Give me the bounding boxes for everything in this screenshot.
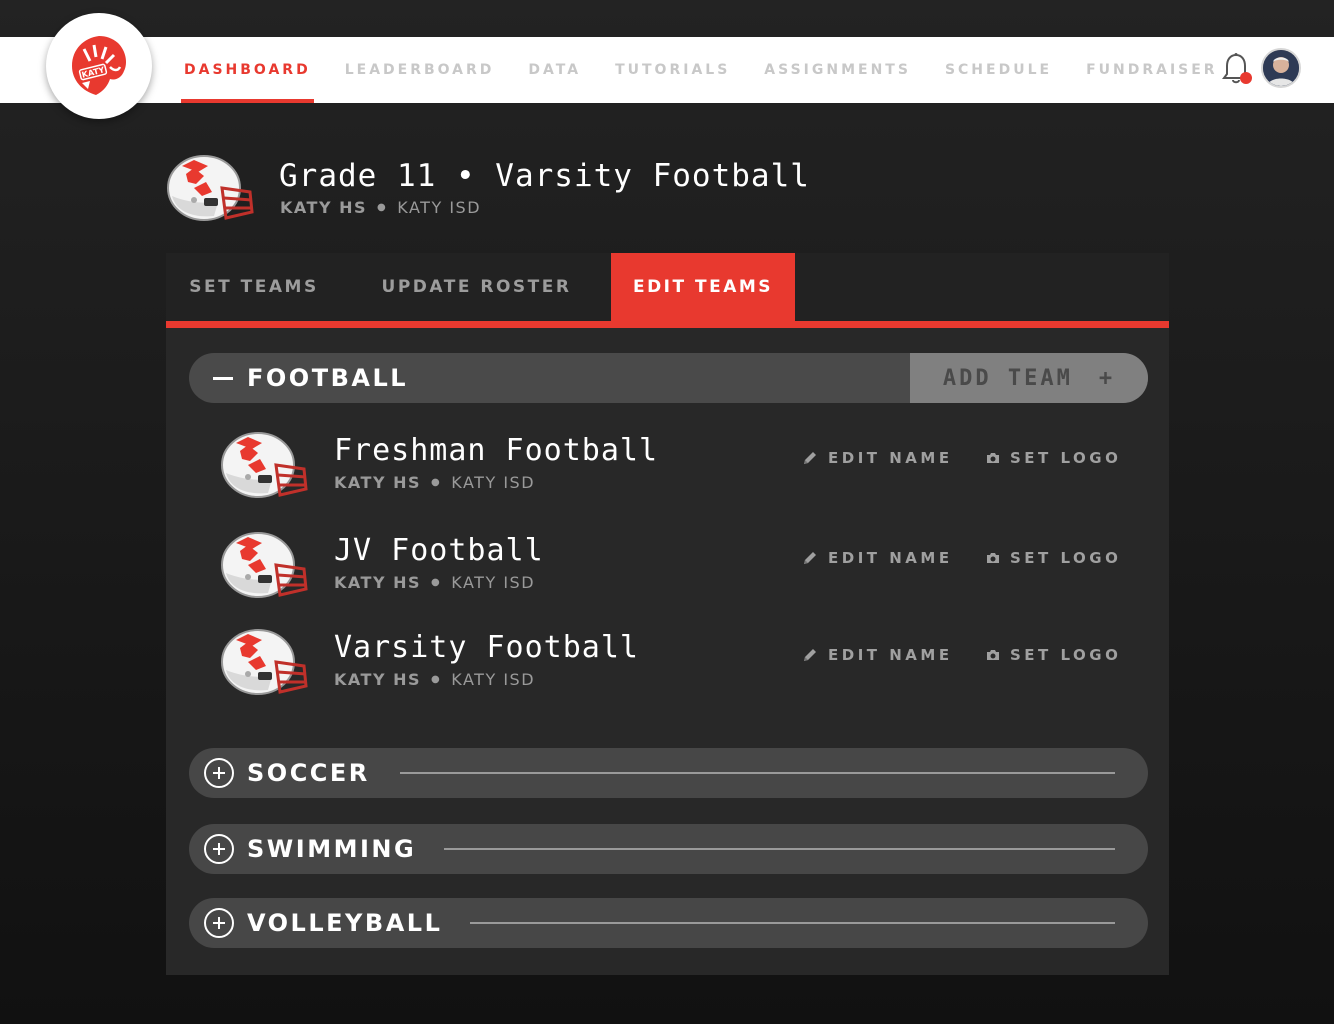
katy-logo[interactable]: KATY <box>46 13 152 119</box>
separator-dot: ● <box>431 577 442 588</box>
edit-name-button[interactable]: EDIT NAME <box>802 449 953 467</box>
expand-plus-icon[interactable] <box>204 834 234 864</box>
helmet-icon <box>221 629 308 695</box>
pencil-icon <box>804 649 816 661</box>
district-name: KATY ISD <box>451 670 536 689</box>
separator-dot: ● <box>377 202 388 213</box>
set-logo-label: SET LOGO <box>1010 646 1122 664</box>
plus-icon <box>213 917 225 929</box>
team-logo <box>218 626 310 698</box>
edit-name-label: EDIT NAME <box>828 646 953 664</box>
set-logo-label: SET LOGO <box>1010 449 1122 467</box>
camera-icon <box>987 553 999 563</box>
team-helmet-logo <box>164 152 256 224</box>
team-subtitle: KATY HS ● KATY ISD <box>334 670 535 689</box>
helmet-icon <box>221 532 308 598</box>
tiger-logo-icon: KATY <box>72 36 126 95</box>
team-row: Freshman Football KATY HS ● KATY ISD EDI… <box>218 429 1128 509</box>
school-name: KATY HS <box>334 473 422 492</box>
pencil-icon <box>804 452 816 464</box>
team-name: JV Football <box>334 533 544 568</box>
category-name: VOLLEYBALL <box>247 909 443 937</box>
notification-button[interactable] <box>1221 52 1253 86</box>
team-logo <box>218 429 310 501</box>
page-title: Grade 11 • Varsity Football <box>279 158 810 194</box>
add-team-button[interactable]: ADD TEAM + <box>910 353 1148 403</box>
team-name: Varsity Football <box>334 630 639 665</box>
nav-item-leaderboard[interactable]: LEADERBOARD <box>328 37 512 103</box>
category-name: FOOTBALL <box>247 364 409 392</box>
team-row: Varsity Football KATY HS ● KATY ISD EDIT… <box>218 626 1128 706</box>
tab-update-roster[interactable]: UPDATE ROSTER <box>342 253 611 321</box>
tab-underline <box>166 321 1169 328</box>
team-name: Freshman Football <box>334 433 659 468</box>
pencil-icon <box>804 552 816 564</box>
team-logo <box>218 529 310 601</box>
camera-icon <box>987 650 999 660</box>
plus-icon: + <box>1098 365 1116 391</box>
category-divider <box>399 772 1115 774</box>
collapse-icon[interactable] <box>213 376 233 380</box>
plus-icon <box>213 767 225 779</box>
set-logo-label: SET LOGO <box>1010 549 1122 567</box>
tab-bar: SET TEAMS UPDATE ROSTER EDIT TEAMS <box>166 253 1169 321</box>
edit-name-label: EDIT NAME <box>828 549 953 567</box>
category-name: SOCCER <box>247 759 370 787</box>
add-team-label: ADD TEAM <box>942 365 1073 391</box>
set-logo-button[interactable]: SET LOGO <box>986 549 1121 567</box>
tab-edit-teams[interactable]: EDIT TEAMS <box>611 253 795 321</box>
helmet-icon <box>167 155 254 221</box>
set-logo-button[interactable]: SET LOGO <box>986 449 1121 467</box>
helmet-icon <box>221 432 308 498</box>
set-logo-button[interactable]: SET LOGO <box>986 646 1121 664</box>
nav-item-data[interactable]: DATA <box>511 37 598 103</box>
teams-panel: SET TEAMS UPDATE ROSTER EDIT TEAMS FOOTB… <box>166 253 1169 975</box>
separator-dot: ● <box>431 477 442 488</box>
category-swimming-header[interactable]: SWIMMING <box>189 824 1148 874</box>
user-avatar[interactable] <box>1261 48 1301 88</box>
category-football-header[interactable]: FOOTBALL ADD TEAM + <box>189 353 1148 403</box>
edit-name-button[interactable]: EDIT NAME <box>802 549 953 567</box>
plus-icon <box>213 843 225 855</box>
notification-badge <box>1240 72 1252 84</box>
school-name: KATY HS <box>334 670 422 689</box>
team-subtitle: KATY HS ● KATY ISD <box>334 573 535 592</box>
camera-icon <box>987 453 999 463</box>
tab-set-teams[interactable]: SET TEAMS <box>166 253 342 321</box>
page-subtitle: KATY HS ● KATY ISD <box>280 198 481 217</box>
nav-item-fundraiser[interactable]: FUNDRAISER <box>1069 37 1235 103</box>
nav-item-assignments[interactable]: ASSIGNMENTS <box>747 37 928 103</box>
team-subtitle: KATY HS ● KATY ISD <box>334 473 535 492</box>
separator-dot: ● <box>431 674 442 685</box>
district-name: KATY ISD <box>451 573 536 592</box>
category-volleyball-header[interactable]: VOLLEYBALL <box>189 898 1148 948</box>
category-soccer-header[interactable]: SOCCER <box>189 748 1148 798</box>
district-name: KATY ISD <box>397 198 482 217</box>
district-name: KATY ISD <box>451 473 536 492</box>
nav-menu: DASHBOARD LEADERBOARD DATA TUTORIALS ASS… <box>167 37 1235 103</box>
edit-name-button[interactable]: EDIT NAME <box>802 646 953 664</box>
team-row: JV Football KATY HS ● KATY ISD EDIT NAME… <box>218 529 1128 609</box>
category-divider <box>470 922 1115 924</box>
category-name: SWIMMING <box>247 835 417 863</box>
expand-plus-icon[interactable] <box>204 908 234 938</box>
school-name: KATY HS <box>334 573 422 592</box>
nav-item-dashboard[interactable]: DASHBOARD <box>167 37 328 103</box>
school-name: KATY HS <box>280 198 368 217</box>
nav-item-tutorials[interactable]: TUTORIALS <box>598 37 747 103</box>
expand-plus-icon[interactable] <box>204 758 234 788</box>
edit-name-label: EDIT NAME <box>828 449 953 467</box>
nav-item-schedule[interactable]: SCHEDULE <box>928 37 1069 103</box>
category-divider <box>444 848 1115 850</box>
user-photo-icon <box>1263 50 1299 86</box>
